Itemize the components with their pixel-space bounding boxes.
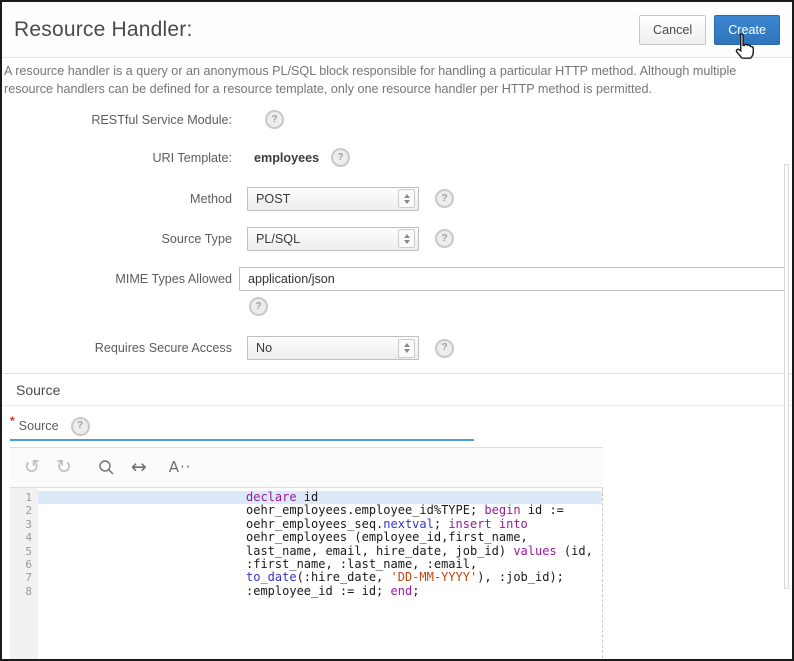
handler-description: A resource handler is a query or an anon… [4, 62, 778, 99]
help-icon[interactable]: ? [71, 417, 90, 436]
code-line[interactable]: :employee_id := id; end; [38, 585, 602, 598]
vertical-scrollbar[interactable] [784, 164, 789, 589]
source-type-select[interactable]: PL/SQL [247, 227, 419, 251]
redo-icon[interactable]: ↻ [56, 458, 72, 477]
help-icon[interactable]: ? [435, 189, 454, 208]
handler-form: RESTful Service Module: ? URI Template: … [2, 111, 792, 361]
secure-access-label: Requires Secure Access [2, 341, 232, 355]
method-selected-value: POST [256, 192, 398, 206]
page-title: Resource Handler: [14, 18, 639, 42]
secure-access-select[interactable]: No [247, 336, 419, 360]
code-line[interactable]: oehr_employees.employee_id%TYPE; begin i… [38, 504, 602, 517]
select-arrows-icon [398, 229, 415, 248]
code-line[interactable]: declare id [38, 491, 602, 504]
source-code-editor[interactable]: ↺ ↻ ↔ A·· 12345678 declare idoehr_employ… [10, 447, 603, 661]
focused-field-underline [10, 439, 474, 441]
code-line[interactable]: oehr_employees (employee_id,first_name, [38, 531, 602, 544]
method-label: Method [2, 192, 232, 206]
resource-handler-dialog: Resource Handler: Cancel Create A resour… [0, 0, 794, 661]
row-restful-module: RESTful Service Module: ? [2, 111, 792, 129]
row-secure-access: Requires Secure Access No ? [2, 336, 792, 360]
code-line[interactable]: :first_name, :last_name, :email, [38, 558, 602, 571]
source-type-selected-value: PL/SQL [256, 232, 398, 246]
code-line[interactable]: last_name, email, hire_date, job_id) val… [38, 545, 602, 558]
source-field-label: Source [19, 419, 59, 433]
help-icon[interactable]: ? [435, 339, 454, 358]
help-icon[interactable]: ? [331, 148, 350, 167]
help-icon[interactable]: ? [435, 229, 454, 248]
help-icon[interactable]: ? [249, 297, 268, 316]
horizontal-resize-icon[interactable]: ↔ [131, 458, 147, 477]
restful-module-label: RESTful Service Module: [2, 113, 232, 127]
editor-body[interactable]: 12345678 declare idoehr_employees.employ… [10, 488, 603, 661]
source-type-label: Source Type [2, 232, 232, 246]
row-method: Method POST ? [2, 187, 792, 211]
required-asterisk: * [10, 414, 15, 428]
source-field-label-row: * Source ? [10, 416, 792, 436]
create-button[interactable]: Create [714, 15, 780, 45]
editor-code[interactable]: declare idoehr_employees.employee_id%TYP… [38, 488, 603, 661]
cancel-button[interactable]: Cancel [639, 15, 706, 45]
font-size-icon[interactable]: A·· [169, 460, 192, 475]
row-source-type: Source Type PL/SQL ? [2, 227, 792, 251]
help-icon[interactable]: ? [265, 110, 284, 129]
mime-types-label: MIME Types Allowed [2, 272, 232, 286]
code-line[interactable]: to_date(:hire_date, 'DD-MM-YYYY'), :job_… [38, 571, 602, 584]
code-line[interactable]: oehr_employees_seq.nextval; insert into [38, 518, 602, 531]
search-icon[interactable] [98, 459, 115, 476]
editor-toolbar: ↺ ↻ ↔ A·· [10, 447, 603, 488]
select-arrows-icon [398, 339, 415, 358]
row-mime-types: MIME Types Allowed ? [2, 267, 792, 317]
editor-gutter: 12345678 [10, 488, 38, 661]
undo-icon[interactable]: ↺ [24, 458, 40, 477]
select-arrows-icon [398, 189, 415, 208]
dialog-header: Resource Handler: Cancel Create [2, 2, 792, 58]
secure-access-selected-value: No [256, 341, 398, 355]
uri-template-label: URI Template: [2, 151, 232, 165]
method-select[interactable]: POST [247, 187, 419, 211]
uri-template-value: employees [254, 151, 319, 165]
mime-types-input[interactable] [239, 267, 787, 291]
source-region-header: Source [2, 373, 792, 406]
row-uri-template: URI Template: employees ? [2, 149, 792, 167]
source-region-title: Source [16, 382, 60, 398]
